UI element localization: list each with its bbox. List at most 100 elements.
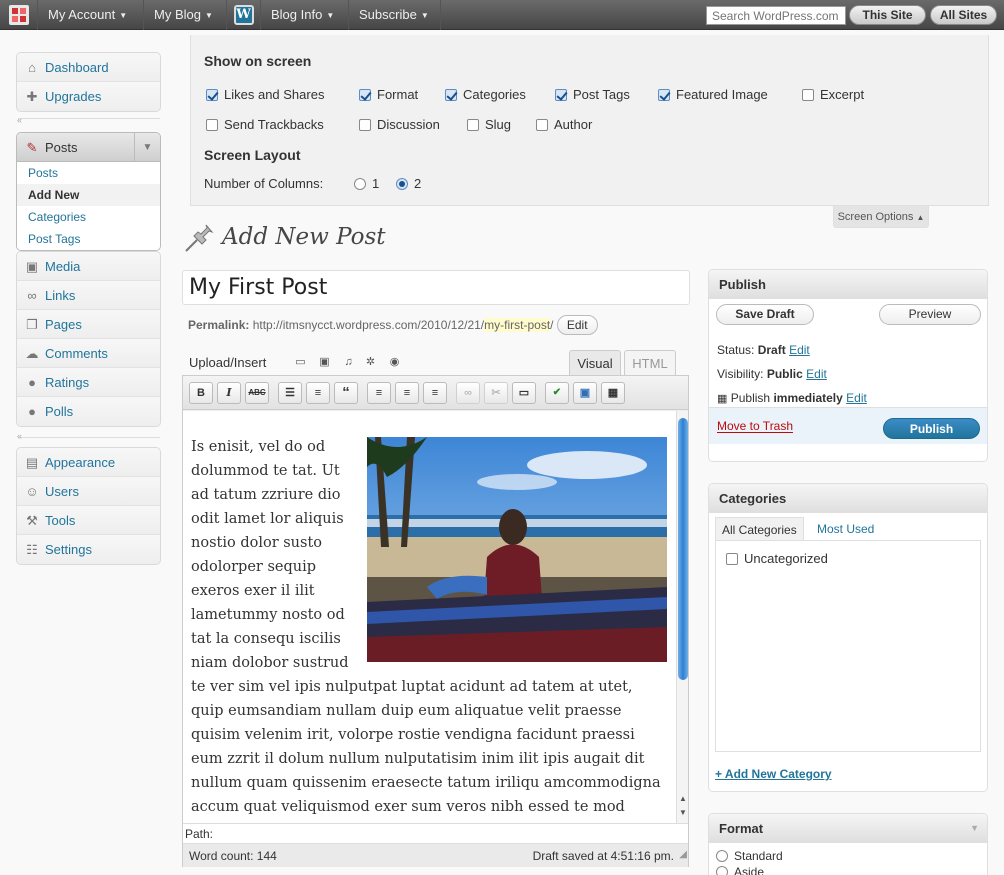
italic-icon[interactable]: I [217, 382, 241, 404]
radio-columns-1[interactable]: 1 [354, 176, 379, 191]
radio-format-standard[interactable]: Standard [716, 849, 783, 863]
my-account-menu[interactable]: My Account ▼ [38, 0, 144, 30]
unlink-icon[interactable]: ✂ [484, 382, 508, 404]
wordpress-logo-icon[interactable]: W [227, 0, 261, 30]
checkbox-discussion[interactable]: Discussion [359, 117, 440, 132]
align-left-icon[interactable]: ≡ [367, 382, 391, 404]
publish-box: Publish Save Draft Preview Status: Draft… [708, 269, 988, 462]
tab-all-categories[interactable]: All Categories [715, 517, 804, 541]
chevron-down-icon[interactable]: ▼ [134, 133, 160, 161]
checkbox-likes-shares[interactable]: Likes and Shares [206, 87, 324, 102]
menu-item-users[interactable]: ☺ Users [17, 477, 160, 506]
menu-label: Ratings [45, 375, 90, 390]
tab-html[interactable]: HTML [624, 350, 676, 376]
publish-button[interactable]: Publish [883, 418, 980, 439]
scroll-down-icon[interactable]: ▼ [678, 808, 688, 818]
menu-item-tools[interactable]: ⚒ Tools [17, 506, 160, 535]
menu-item-pages[interactable]: ❐ Pages [17, 310, 160, 339]
move-to-trash-link[interactable]: Move to Trash [717, 420, 794, 433]
checkbox-label: Excerpt [820, 87, 865, 102]
menu-item-appearance[interactable]: ▤ Appearance [17, 448, 160, 477]
submenu-item-post-tags[interactable]: Post Tags [17, 228, 160, 250]
menu-item-upgrades[interactable]: ✚ Upgrades [17, 82, 160, 111]
my-blog-label: My Blog [154, 7, 201, 22]
kitchen-sink-icon[interactable]: ▦ [601, 382, 625, 404]
add-video-icon[interactable]: ▣ [318, 356, 331, 368]
add-media-icon[interactable]: ✲ [364, 356, 377, 368]
subscribe-menu[interactable]: Subscribe ▼ [349, 0, 441, 30]
more-tag-icon[interactable]: ▭ [512, 382, 536, 404]
show-on-screen-heading: Show on screen [204, 53, 312, 69]
align-center-icon[interactable]: ≡ [395, 382, 419, 404]
menu-label: Comments [45, 346, 108, 361]
checkbox-author[interactable]: Author [536, 117, 592, 132]
chevron-down-icon[interactable]: ▼ [970, 814, 979, 843]
numbered-list-icon[interactable]: ≡ [306, 382, 330, 404]
menu-item-settings[interactable]: ☷ Settings [17, 535, 160, 564]
editor-scrollbar[interactable]: ▲ ▼ [676, 411, 688, 823]
collapse-arrow-icon[interactable]: « [17, 115, 22, 125]
scroll-thumb[interactable] [678, 418, 688, 680]
resize-handle-icon[interactable]: ◢ [679, 843, 687, 867]
save-draft-button[interactable]: Save Draft [716, 304, 814, 325]
beach-photo[interactable] [367, 437, 667, 662]
blockquote-icon[interactable]: “ [334, 382, 358, 404]
checkbox-categories[interactable]: Categories [445, 87, 526, 102]
checkbox-post-tags[interactable]: Post Tags [555, 87, 630, 102]
tab-most-used[interactable]: Most Used [811, 517, 880, 541]
checkbox-send-trackbacks[interactable]: Send Trackbacks [206, 117, 324, 132]
blog-info-menu[interactable]: Blog Info ▼ [261, 0, 349, 30]
caret-down-icon: ▼ [420, 10, 429, 20]
link-icon[interactable]: ∞ [456, 382, 480, 404]
visibility-edit-link[interactable]: Edit [806, 367, 827, 381]
submenu-item-posts[interactable]: Posts [17, 162, 160, 184]
scroll-up-icon[interactable]: ▲ [678, 794, 688, 804]
radio-format-aside[interactable]: Aside [716, 865, 764, 875]
status-edit-link[interactable]: Edit [789, 343, 810, 357]
schedule-edit-link[interactable]: Edit [846, 391, 867, 405]
add-audio-icon[interactable]: ♫ [342, 356, 355, 368]
add-new-category-link[interactable]: + Add New Category [715, 767, 832, 781]
checkbox-slug[interactable]: Slug [467, 117, 511, 132]
menu-item-media[interactable]: ▣ Media [17, 252, 160, 281]
search-input[interactable] [706, 6, 846, 25]
checkbox-label: Slug [485, 117, 512, 132]
bold-icon[interactable]: B [189, 382, 213, 404]
menu-item-comments[interactable]: ☁ Comments [17, 339, 160, 368]
polls-icon: ● [28, 404, 36, 419]
checkbox-featured-image[interactable]: Featured Image [658, 87, 768, 102]
screen-options-tab[interactable]: Screen Options ▲ [833, 206, 929, 228]
this-site-button[interactable]: This Site [849, 5, 926, 25]
menu-item-posts[interactable]: ✎ Posts ▼ [17, 133, 160, 162]
status-value: Draft [757, 343, 786, 357]
submenu-item-add-new[interactable]: Add New [17, 184, 160, 206]
submenu-item-categories[interactable]: Categories [17, 206, 160, 228]
blog-info-label: Blog Info [271, 7, 323, 22]
radio-columns-2[interactable]: 2 [396, 176, 421, 191]
add-poll-icon[interactable]: ◉ [388, 356, 401, 368]
post-title-input[interactable]: My First Post [182, 270, 690, 305]
permalink-slug[interactable]: my-first-post [484, 318, 551, 332]
all-sites-button[interactable]: All Sites [930, 5, 997, 25]
bullet-list-icon[interactable]: ☰ [278, 382, 302, 404]
strikethrough-icon[interactable]: ABC [245, 382, 269, 404]
collapse-arrow-icon[interactable]: « [17, 431, 22, 441]
menu-item-polls[interactable]: ● Polls [17, 397, 160, 426]
permalink-edit-button[interactable]: Edit [556, 315, 598, 335]
menu-item-ratings[interactable]: ● Ratings [17, 368, 160, 397]
tab-visual[interactable]: Visual [569, 350, 621, 376]
menu-item-links[interactable]: ∞ Links [17, 281, 160, 310]
my-blog-menu[interactable]: My Blog ▼ [144, 0, 227, 30]
align-right-icon[interactable]: ≡ [423, 382, 447, 404]
add-image-icon[interactable]: ▭ [294, 356, 307, 368]
checkbox-uncategorized[interactable]: Uncategorized [726, 551, 828, 566]
blavatar-icon[interactable] [0, 0, 38, 30]
spellcheck-icon[interactable]: ✔ [545, 382, 569, 404]
preview-button[interactable]: Preview [879, 304, 981, 325]
checkbox-excerpt[interactable]: Excerpt [802, 87, 864, 102]
editor-content[interactable]: Is enisit, vel do od dolummod te tat. Ut… [183, 411, 676, 823]
checkbox-format[interactable]: Format [359, 87, 418, 102]
publish-box-heading: Publish [709, 270, 987, 299]
menu-item-dashboard[interactable]: ⌂ Dashboard [17, 53, 160, 82]
fullscreen-icon[interactable]: ▣ [573, 382, 597, 404]
